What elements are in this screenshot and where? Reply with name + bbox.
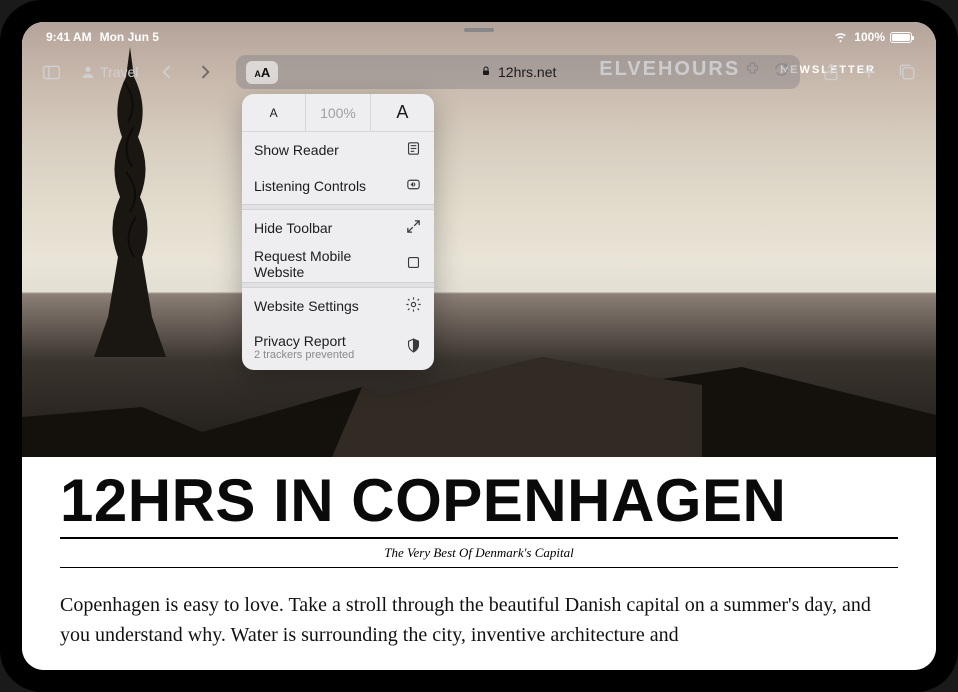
wifi-icon: [832, 27, 849, 47]
text-larger-button[interactable]: A: [371, 94, 434, 131]
address-bar[interactable]: AA 12hrs.net: [236, 55, 800, 89]
lock-icon: [480, 64, 492, 80]
battery-pct: 100%: [854, 30, 885, 44]
page-settings-button[interactable]: AA: [246, 61, 278, 84]
privacy-report-sub: 2 trackers prevented: [254, 349, 354, 361]
article-headline: 12HRS IN COPENHAGEN: [60, 471, 898, 539]
privacy-report-row[interactable]: Privacy Report 2 trackers prevented: [242, 324, 434, 370]
privacy-report-label: Privacy Report: [254, 333, 354, 349]
hide-toolbar-label: Hide Toolbar: [254, 220, 332, 236]
show-reader-label: Show Reader: [254, 142, 339, 158]
website-settings-label: Website Settings: [254, 298, 359, 314]
page-content: ELVEHOURS NEWSLETTER 12HRS IN COPENHAGEN…: [22, 22, 936, 670]
hide-toolbar-row[interactable]: Hide Toolbar: [242, 210, 434, 246]
forward-button[interactable]: [190, 57, 220, 87]
reader-icon: [405, 140, 422, 160]
article-subhead: The Very Best Of Denmark's Capital: [60, 539, 898, 568]
roofline-silhouette-icon: [22, 337, 936, 457]
sidebar-icon[interactable]: [36, 57, 66, 87]
request-mobile-row[interactable]: Request Mobile Website: [242, 246, 434, 282]
new-tab-icon[interactable]: [854, 57, 884, 87]
article-body: Copenhagen is easy to love. Take a strol…: [60, 590, 898, 650]
article: 12HRS IN COPENHAGEN The Very Best Of Den…: [22, 457, 936, 650]
back-button[interactable]: [152, 57, 182, 87]
extensions-icon[interactable]: [744, 61, 761, 83]
safari-toolbar: Travel AA 12hrs.net: [22, 50, 936, 94]
shield-icon: [405, 337, 422, 357]
tabs-icon[interactable]: [892, 57, 922, 87]
gear-icon: [405, 296, 422, 316]
page-menu-popover: A 100% A Show Reader Listening Controls …: [242, 94, 434, 370]
profile-label: Travel: [100, 64, 138, 80]
text-smaller-button[interactable]: A: [242, 94, 305, 131]
multitask-pill-icon[interactable]: [464, 28, 494, 32]
device-icon: [405, 254, 422, 274]
url-host: 12hrs.net: [498, 64, 556, 80]
expand-icon: [405, 218, 422, 238]
ipad-frame: 9:41 AM Mon Jun 5 100%: [0, 0, 958, 692]
speaker-icon: [405, 176, 422, 196]
battery-icon: [890, 32, 912, 43]
reload-icon[interactable]: [773, 61, 790, 83]
status-time: 9:41 AM: [46, 30, 92, 44]
status-date: Mon Jun 5: [100, 30, 159, 44]
request-mobile-label: Request Mobile Website: [254, 248, 405, 280]
screen: 9:41 AM Mon Jun 5 100%: [22, 22, 936, 670]
listening-controls-row[interactable]: Listening Controls: [242, 168, 434, 204]
share-icon[interactable]: [816, 57, 846, 87]
website-settings-row[interactable]: Website Settings: [242, 288, 434, 324]
profile-button[interactable]: Travel: [74, 64, 144, 80]
listening-controls-label: Listening Controls: [254, 178, 366, 194]
zoom-level: 100%: [305, 94, 370, 131]
show-reader-row[interactable]: Show Reader: [242, 132, 434, 168]
